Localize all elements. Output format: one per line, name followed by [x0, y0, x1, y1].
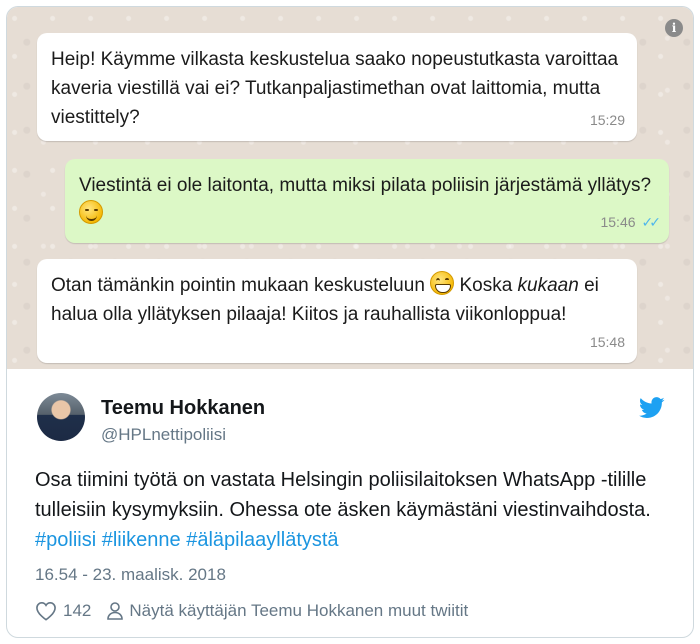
author-handle[interactable]: @HPLnettipoliisi: [101, 425, 226, 445]
message-text: Viestintä ei ole laitonta, mutta miksi p…: [79, 175, 652, 196]
author-name[interactable]: Teemu Hokkanen: [101, 397, 265, 420]
grinning-face-icon: [430, 271, 455, 295]
smirking-face-icon: [79, 200, 103, 224]
hashtag-link[interactable]: #äläpilaayllätystä: [186, 529, 338, 551]
tweet-body: Teemu Hokkanen @HPLnettipoliisi Osa tiim…: [7, 369, 693, 637]
chat-message-incoming-2: Otan tämänkin pointin mukaan keskusteluu…: [37, 259, 637, 363]
person-icon: [107, 602, 124, 620]
more-tweets-link[interactable]: Näytä käyttäjän Teemu Hokkanen muut twii…: [129, 601, 468, 621]
heart-icon[interactable]: [35, 601, 57, 621]
chat-message-outgoing-1: Viestintä ei ole laitonta, mutta miksi p…: [65, 159, 669, 243]
embedded-tweet-card: i Heip! Käymme vilkasta keskustelua saak…: [6, 6, 694, 638]
hashtag-link[interactable]: #liikenne: [102, 529, 181, 551]
message-text-emphasis: kukaan: [517, 275, 579, 296]
avatar[interactable]: [37, 393, 85, 441]
double-check-icon: ✓✓: [641, 214, 662, 230]
chat-message-incoming-1: Heip! Käymme vilkasta keskustelua saako …: [37, 33, 637, 141]
like-count[interactable]: 142: [63, 601, 91, 621]
tweet-text: Osa tiimini työtä on vastata Helsingin p…: [35, 469, 651, 551]
hashtag-link[interactable]: #poliisi: [35, 529, 96, 551]
message-time: 15:48: [589, 334, 625, 350]
tweet-timestamp[interactable]: 16.54 - 23. maalisk. 2018: [35, 565, 226, 585]
message-text-b: Koska: [454, 275, 513, 296]
message-text: Heip! Käymme vilkasta keskustelua saako …: [51, 49, 619, 128]
message-text-a: Otan tämänkin pointin mukaan keskusteluu…: [51, 275, 425, 296]
info-icon[interactable]: i: [665, 19, 683, 37]
whatsapp-chat-screenshot: i Heip! Käymme vilkasta keskustelua saak…: [7, 7, 693, 369]
message-time: 15:46 ✓✓: [600, 214, 662, 230]
message-time: 15:29: [589, 112, 625, 128]
tweet-actions: 142 Näytä käyttäjän Teemu Hokkanen muut …: [35, 601, 468, 621]
twitter-bird-icon[interactable]: [639, 397, 665, 419]
